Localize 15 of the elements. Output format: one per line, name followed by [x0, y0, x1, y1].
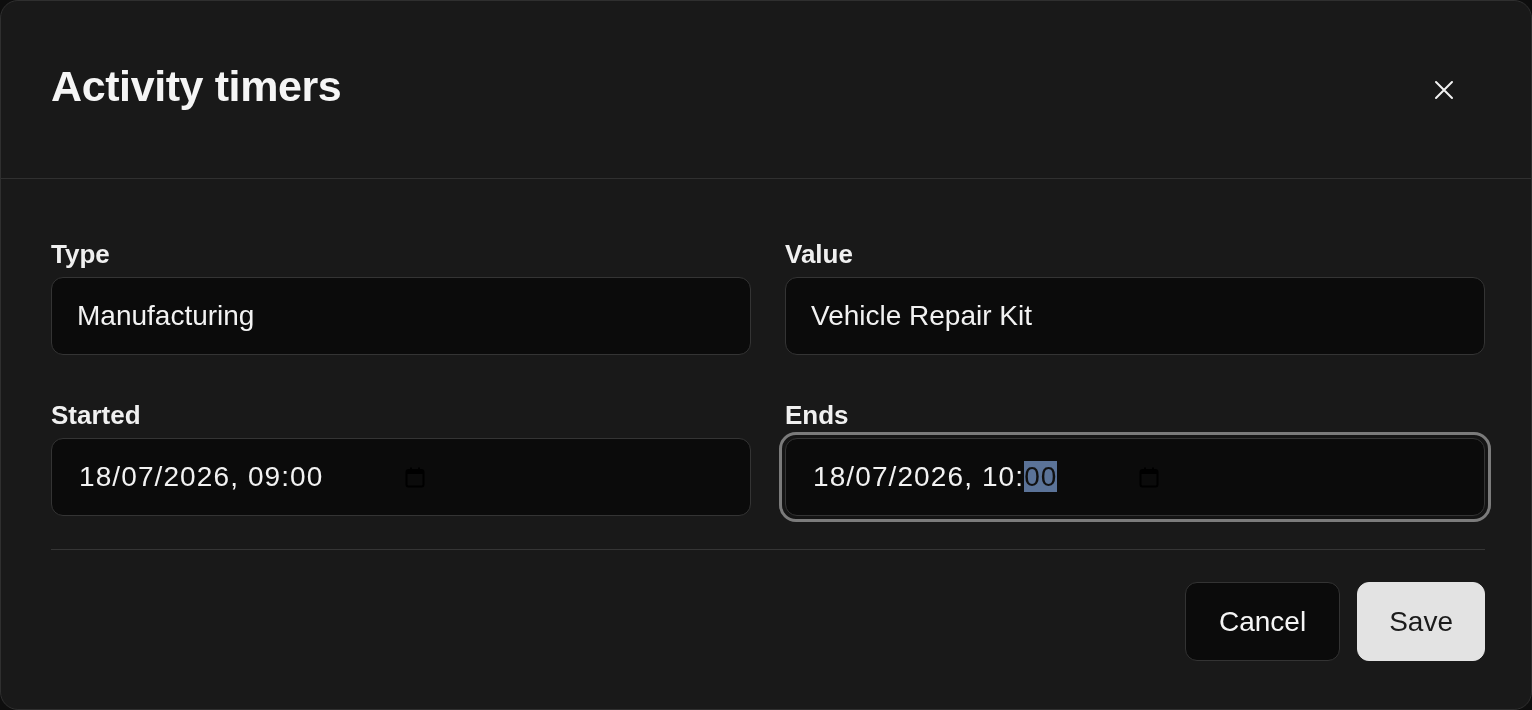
dialog-title: Activity timers: [51, 60, 342, 111]
field-label: Started: [51, 400, 141, 430]
datetime-value: 18/07/2026, 10:00: [813, 460, 1059, 494]
cancel-button[interactable]: Cancel: [1185, 582, 1341, 661]
field-label: Type: [51, 239, 110, 269]
datetime-field[interactable]: 18/07/2026, 09:00: [51, 438, 751, 516]
text-field[interactable]: Manufacturing: [51, 277, 751, 355]
close-icon: [1434, 79, 1454, 100]
field-label: Value: [785, 239, 853, 269]
field-label: Ends: [785, 400, 849, 430]
text-field[interactable]: Vehicle Repair Kit: [785, 277, 1485, 355]
datetime-field[interactable]: 18/07/2026, 10:00: [779, 432, 1491, 522]
save-button[interactable]: Save: [1357, 582, 1485, 661]
datetime-value: 18/07/2026, 09:00: [79, 460, 325, 494]
close-button[interactable]: [1434, 79, 1454, 100]
